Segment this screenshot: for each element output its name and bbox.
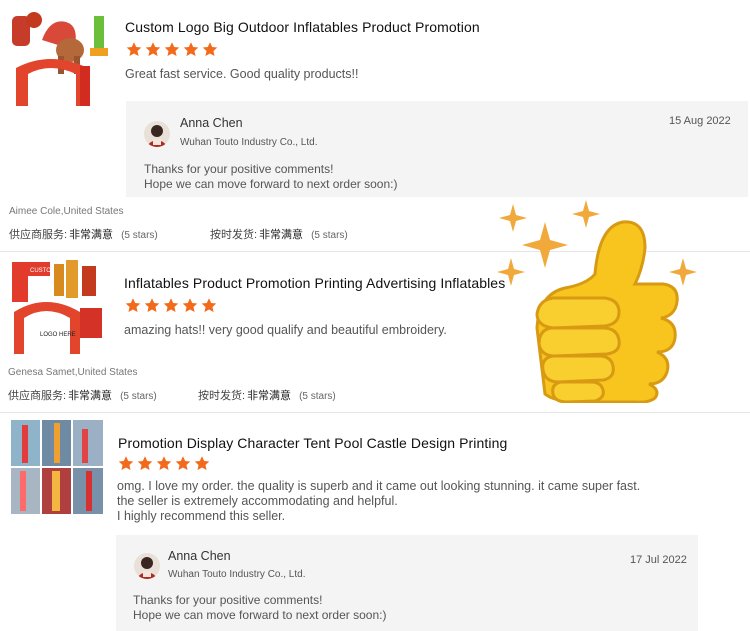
reply-company: Wuhan Touto Industry Co., Ltd. <box>180 137 318 148</box>
sparkle-icon <box>669 258 697 286</box>
rating-label: 供应商服务: <box>8 390 67 402</box>
star-icon <box>202 42 218 57</box>
star-icon <box>183 42 199 57</box>
star-icon <box>163 298 179 313</box>
star-icon <box>125 298 141 313</box>
rating-value: 非常满意 <box>259 229 304 241</box>
reply-line: Hope we can move forward to next order s… <box>144 177 398 191</box>
review-card-3: Promotion Display Character Tent Pool Ca… <box>0 413 750 631</box>
product-thumbnail[interactable] <box>10 419 104 515</box>
star-icon <box>126 42 142 57</box>
rating-label: 按时发货: <box>198 390 246 402</box>
avatar <box>144 121 170 147</box>
reply-company: Wuhan Touto Industry Co., Ltd. <box>168 569 306 580</box>
rating-value: 非常满意 <box>69 229 114 241</box>
rating-label: 按时发货: <box>210 229 258 241</box>
inflatable-products-image: CUSTOM LOGO LOGO HERE <box>10 258 106 354</box>
supplier-service-rating: 供应商服务: 非常满意 (5 stars) <box>9 226 210 242</box>
reply-line: Thanks for your positive comments! <box>133 593 323 607</box>
supplier-service-rating: 供应商服务: 非常满意 (5 stars) <box>8 387 198 403</box>
sparkle-icon <box>572 200 600 228</box>
rating-value: 非常满意 <box>68 390 113 402</box>
star-icon <box>144 298 160 313</box>
reviewer-name-country: Genesa Samet,United States <box>8 367 138 378</box>
star-icon <box>137 456 153 471</box>
seller-reply: Anna Chen Wuhan Touto Industry Co., Ltd.… <box>126 101 748 197</box>
thumbs-up-icon <box>497 200 697 403</box>
rating-count: (5 stars) <box>299 391 336 402</box>
product-title[interactable]: Promotion Display Character Tent Pool Ca… <box>118 435 507 451</box>
thumb-text-logo-here: LOGO HERE <box>40 332 76 338</box>
comment-line: amazing hats!! very good qualify and bea… <box>124 323 447 337</box>
inflatable-products-image <box>10 10 110 106</box>
product-title[interactable]: Custom Logo Big Outdoor Inflatables Prod… <box>125 19 480 35</box>
rating-count: (5 stars) <box>121 230 158 241</box>
sparkle-icon <box>522 222 568 268</box>
comment-line: omg. I love my order. the quality is sup… <box>117 479 641 493</box>
seller-ratings: 供应商服务: 非常满意 (5 stars) 按时发货: 非常满意 (5 star… <box>9 226 348 242</box>
rating-label: 供应商服务: <box>9 229 68 241</box>
star-icon <box>164 42 180 57</box>
avatar <box>134 553 160 579</box>
on-time-shipment-rating: 按时发货: 非常满意 (5 stars) <box>210 226 348 242</box>
star-rating <box>124 297 218 314</box>
reply-message: Thanks for your positive comments! Hope … <box>133 593 386 623</box>
star-rating <box>117 455 211 472</box>
reply-line: Thanks for your positive comments! <box>144 162 334 176</box>
reply-date: 17 Jul 2022 <box>630 554 687 566</box>
star-rating <box>125 41 219 58</box>
star-icon <box>175 456 191 471</box>
reply-author-name: Anna Chen <box>168 549 231 563</box>
on-time-shipment-rating: 按时发货: 非常满意 (5 stars) <box>198 387 336 403</box>
star-icon <box>182 298 198 313</box>
product-thumbnail[interactable]: CUSTOM LOGO LOGO HERE <box>10 258 106 354</box>
product-thumbnail[interactable] <box>10 10 110 106</box>
sparkle-icon <box>499 204 527 232</box>
comment-line: I highly recommend this seller. <box>117 509 286 523</box>
star-icon <box>118 456 134 471</box>
reviewer-name-country: Aimee Cole,United States <box>9 206 124 217</box>
star-icon <box>194 456 210 471</box>
reply-date: 15 Aug 2022 <box>669 115 731 127</box>
reply-message: Thanks for your positive comments! Hope … <box>144 162 397 192</box>
air-dancer-collage-image <box>10 419 104 515</box>
reply-author-name: Anna Chen <box>180 116 243 130</box>
comment-line: the seller is extremely accommodating an… <box>117 494 398 508</box>
rating-value: 非常满意 <box>247 390 292 402</box>
seller-reply: Anna Chen Wuhan Touto Industry Co., Ltd.… <box>116 535 698 631</box>
review-comment: Great fast service. Good quality product… <box>125 67 358 82</box>
comment-line: Great fast service. Good quality product… <box>125 67 359 81</box>
star-icon <box>156 456 172 471</box>
star-icon <box>145 42 161 57</box>
reply-line: Hope we can move forward to next order s… <box>133 608 387 622</box>
seller-ratings: 供应商服务: 非常满意 (5 stars) 按时发货: 非常满意 (5 star… <box>8 387 336 403</box>
rating-count: (5 stars) <box>120 391 157 402</box>
star-icon <box>201 298 217 313</box>
rating-count: (5 stars) <box>311 230 348 241</box>
review-comment: omg. I love my order. the quality is sup… <box>117 479 640 524</box>
sparkle-icon <box>497 258 525 286</box>
product-title[interactable]: Inflatables Product Promotion Printing A… <box>124 275 505 291</box>
review-comment: amazing hats!! very good qualify and bea… <box>124 323 447 338</box>
